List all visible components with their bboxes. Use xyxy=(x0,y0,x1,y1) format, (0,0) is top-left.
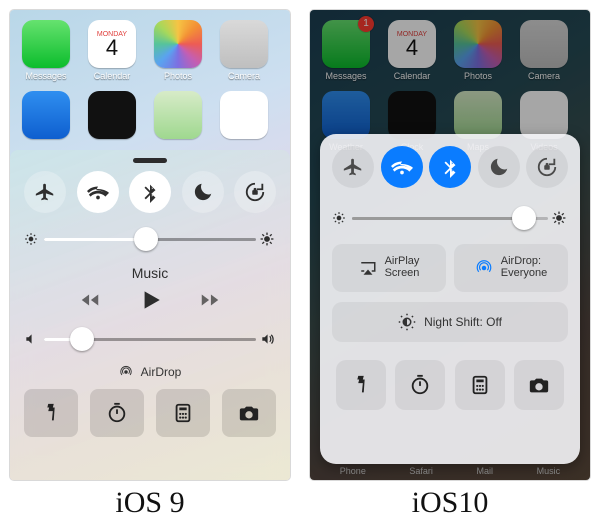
airdrop-button[interactable]: AirDrop:Everyone xyxy=(454,244,568,292)
wifi-toggle[interactable] xyxy=(381,146,423,188)
wifi-icon xyxy=(391,156,413,178)
calculator-button[interactable] xyxy=(156,389,210,437)
flashlight-icon xyxy=(40,402,62,424)
brightness-slider[interactable] xyxy=(332,204,568,232)
flashlight-button[interactable] xyxy=(24,389,78,437)
control-center-ios9: Music AirDrop xyxy=(10,150,290,480)
airdrop-button[interactable]: AirDrop xyxy=(24,365,276,379)
airdrop-icon xyxy=(475,259,493,277)
flashlight-icon xyxy=(350,374,372,396)
caption-ios9: iOS 9 xyxy=(115,486,184,520)
camera-icon xyxy=(238,402,260,424)
camera-button[interactable] xyxy=(514,360,564,410)
app-row2 xyxy=(84,91,140,139)
forward-icon xyxy=(199,289,221,311)
forward-button[interactable] xyxy=(199,289,221,311)
moon-icon xyxy=(488,156,510,178)
app-messages[interactable]: Messages xyxy=(18,20,74,81)
caption-ios10: iOS10 xyxy=(412,486,489,520)
dnd-toggle[interactable] xyxy=(182,171,224,213)
airplane-toggle[interactable] xyxy=(332,146,374,188)
airplane-icon xyxy=(34,181,56,203)
wifi-icon xyxy=(87,181,109,203)
bluetooth-toggle[interactable] xyxy=(429,146,471,188)
play-icon xyxy=(137,287,163,313)
airdrop-icon xyxy=(119,365,133,379)
night-shift-button[interactable]: Night Shift: Off xyxy=(332,302,568,342)
timer-button[interactable] xyxy=(395,360,445,410)
now-playing-title: Music xyxy=(24,265,276,281)
phone-ios10: 1Messages Monday4Calendar Photos Camera … xyxy=(310,10,590,480)
camera-button[interactable] xyxy=(222,389,276,437)
brightness-slider[interactable] xyxy=(24,225,276,253)
calculator-button[interactable] xyxy=(455,360,505,410)
grabber-icon[interactable] xyxy=(133,158,167,163)
timer-button[interactable] xyxy=(90,389,144,437)
rotation-lock-icon xyxy=(536,156,558,178)
volume-low-icon xyxy=(24,332,40,346)
airplay-button[interactable]: AirPlayScreen xyxy=(332,244,446,292)
orientation-lock-toggle[interactable] xyxy=(234,171,276,213)
app-calendar[interactable]: Monday4Calendar xyxy=(84,20,140,81)
flashlight-button[interactable] xyxy=(336,360,386,410)
volume-high-icon xyxy=(260,332,276,346)
night-shift-icon xyxy=(398,313,416,331)
wifi-toggle[interactable] xyxy=(77,171,119,213)
panel-ios10: 1Messages Monday4Calendar Photos Camera … xyxy=(300,0,600,523)
rewind-button[interactable] xyxy=(79,289,101,311)
airdrop-label: AirDrop xyxy=(141,365,182,379)
control-center-ios10: AirPlayScreen AirDrop:Everyone Night Shi… xyxy=(320,134,580,464)
phone-ios9: Messages Monday4Calendar Photos Camera xyxy=(10,10,290,480)
app-row2 xyxy=(150,91,206,139)
timer-icon xyxy=(106,402,128,424)
airplane-toggle[interactable] xyxy=(24,171,66,213)
bluetooth-icon xyxy=(139,181,161,203)
camera-icon xyxy=(528,374,550,396)
airplane-icon xyxy=(342,156,364,178)
orientation-lock-toggle[interactable] xyxy=(526,146,568,188)
dnd-toggle[interactable] xyxy=(478,146,520,188)
volume-slider[interactable] xyxy=(24,325,276,353)
airplay-icon xyxy=(359,259,377,277)
play-button[interactable] xyxy=(137,287,163,313)
brightness-high-icon xyxy=(552,211,568,225)
app-photos[interactable]: Photos xyxy=(150,20,206,81)
calculator-icon xyxy=(172,402,194,424)
bluetooth-toggle[interactable] xyxy=(129,171,171,213)
calculator-icon xyxy=(469,374,491,396)
timer-icon xyxy=(409,374,431,396)
rewind-icon xyxy=(79,289,101,311)
panel-ios9: Messages Monday4Calendar Photos Camera xyxy=(0,0,300,523)
app-row2 xyxy=(216,91,272,139)
app-camera[interactable]: Camera xyxy=(216,20,272,81)
night-shift-label: Night Shift: Off xyxy=(424,315,502,329)
brightness-high-icon xyxy=(260,232,276,246)
app-row2 xyxy=(18,91,74,139)
rotation-lock-icon xyxy=(244,181,266,203)
moon-icon xyxy=(192,181,214,203)
brightness-low-icon xyxy=(24,232,40,246)
bluetooth-icon xyxy=(439,156,461,178)
brightness-low-icon xyxy=(332,211,348,225)
